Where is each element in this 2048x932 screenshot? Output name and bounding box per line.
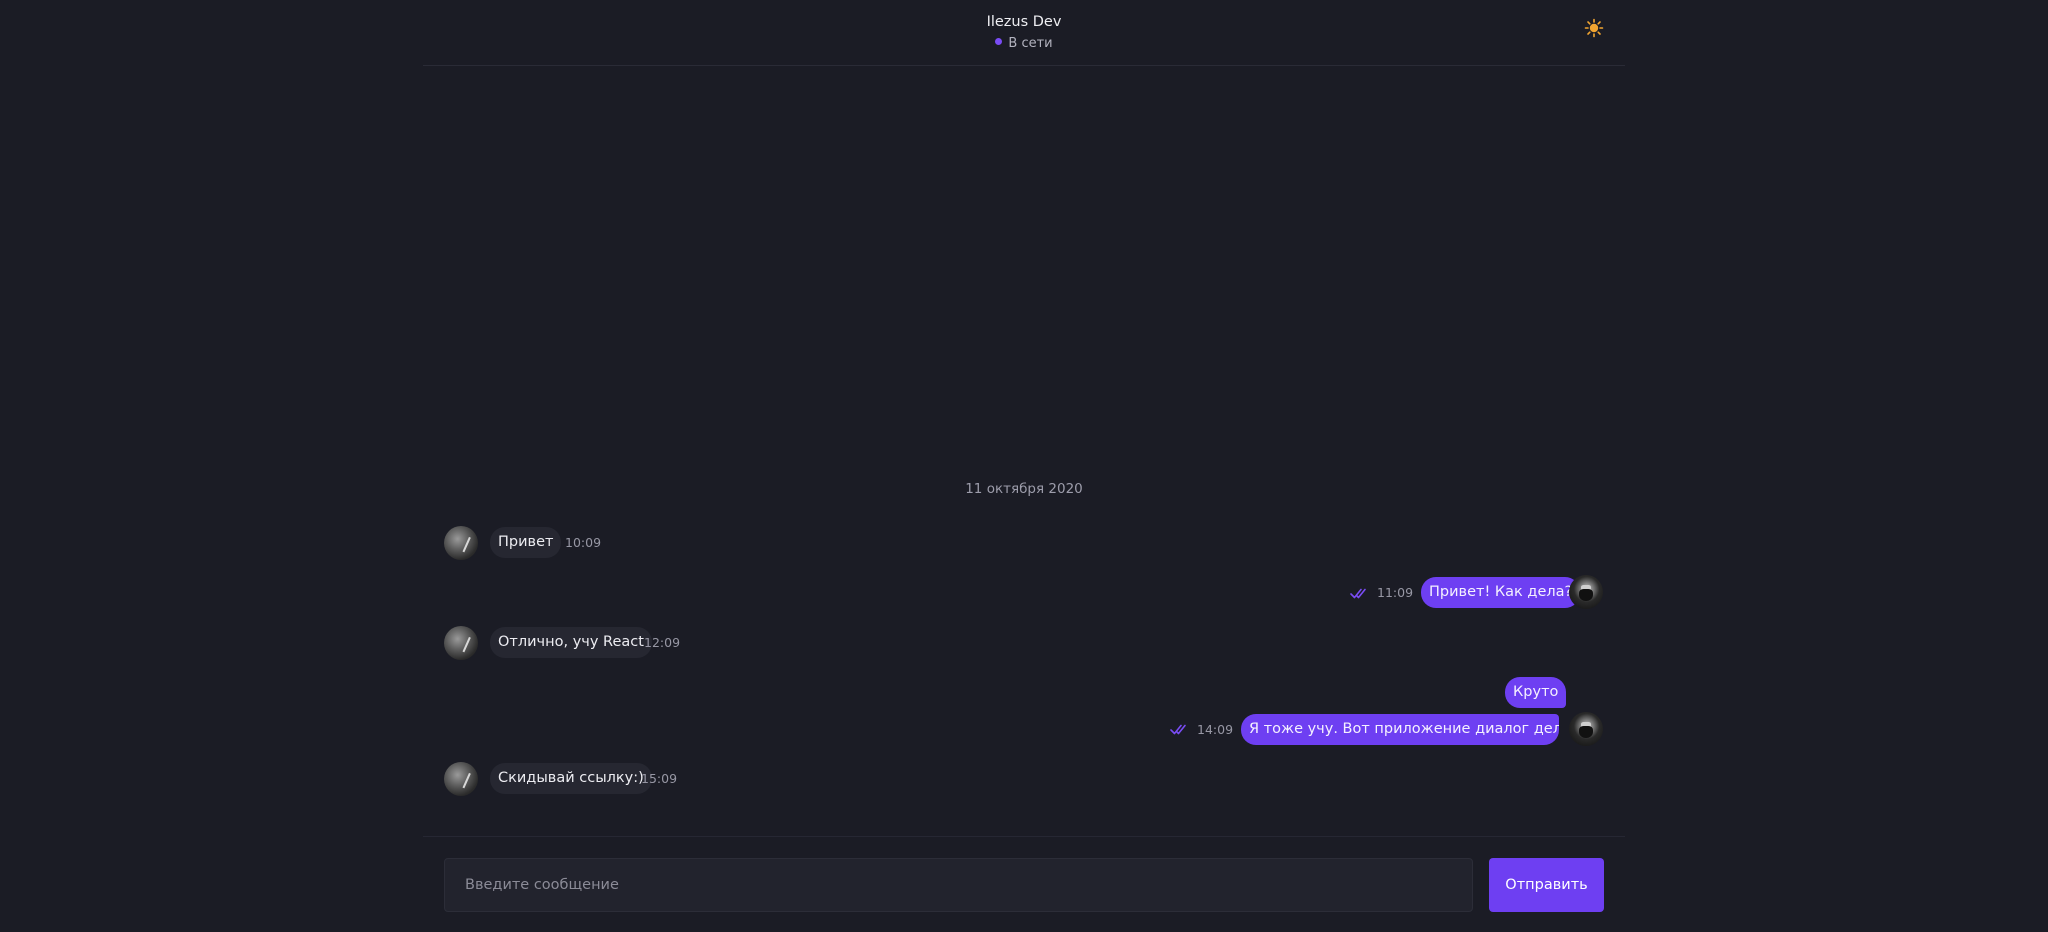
message-bubble-outgoing: Круто bbox=[1505, 677, 1567, 708]
my-avatar bbox=[1569, 712, 1603, 746]
message-input[interactable] bbox=[444, 858, 1473, 912]
read-check-icon bbox=[1170, 724, 1186, 735]
friend-avatar bbox=[444, 526, 478, 560]
message-time: 10:09 bbox=[565, 535, 602, 550]
message-time: 12:09 bbox=[644, 635, 681, 650]
friend-avatar bbox=[444, 762, 478, 796]
message-bubble-incoming: Привет bbox=[490, 527, 562, 558]
message-time: 15:09 bbox=[641, 771, 678, 786]
chat-header: Ilezus Dev В сети bbox=[423, 0, 1625, 66]
contact-name: Ilezus Dev bbox=[986, 14, 1062, 30]
my-avatar bbox=[1569, 575, 1603, 609]
contact-status: В сети bbox=[423, 36, 1625, 51]
read-check-icon bbox=[1350, 588, 1366, 599]
status-text: В сети bbox=[1008, 36, 1053, 51]
sun-icon[interactable] bbox=[1584, 18, 1604, 38]
message-bubble-incoming: Скидывай ссылку:) bbox=[490, 763, 652, 794]
chat-app: Ilezus Dev В сети 11 октября 2020 Привет… bbox=[0, 0, 2048, 932]
message-composer: Отправить bbox=[423, 836, 1625, 932]
date-divider: 11 октября 2020 bbox=[965, 481, 1083, 497]
chat-column: Ilezus Dev В сети 11 октября 2020 Привет… bbox=[423, 0, 1625, 932]
send-button[interactable]: Отправить bbox=[1489, 858, 1604, 912]
friend-avatar bbox=[444, 626, 478, 660]
message-bubble-outgoing: Я тоже учу. Вот приложение диалог делаю.… bbox=[1241, 714, 1559, 745]
message-bubble-outgoing: Привет! Как дела? bbox=[1421, 577, 1581, 608]
message-time: 14:09 bbox=[1197, 722, 1234, 737]
message-time: 11:09 bbox=[1377, 585, 1414, 600]
online-dot-icon bbox=[995, 38, 1003, 45]
message-bubble-incoming: Отлично, учу React bbox=[490, 627, 652, 658]
